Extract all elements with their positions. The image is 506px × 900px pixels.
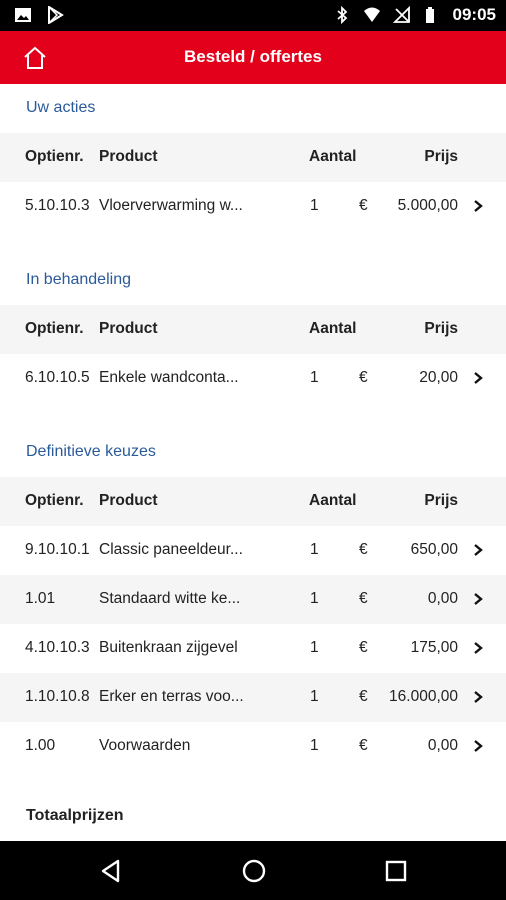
no-signal-icon: [392, 6, 410, 23]
header-product: Product: [99, 320, 158, 337]
chevron-right-icon: [474, 200, 483, 212]
orders-list[interactable]: Uw acties Optienr. Product Aantal Prijs …: [0, 84, 506, 841]
header-prijs: Prijs: [424, 320, 458, 337]
option-number: 1.10.10.8: [25, 688, 90, 705]
product-name: Buitenkraan zijgevel: [99, 639, 238, 656]
header-optienr: Optienr.: [25, 148, 84, 165]
table-row[interactable]: 9.10.10.1 Classic paneeldeur... 1 € 650,…: [0, 526, 506, 575]
price: 5.000,00: [397, 197, 458, 214]
currency-symbol: €: [359, 688, 368, 705]
chevron-right-icon: [474, 740, 483, 752]
header-aantal: Aantal: [309, 492, 357, 509]
header-aantal: Aantal: [309, 320, 357, 337]
section-title-in-behandeling: In behandeling: [26, 271, 131, 288]
product-name: Classic paneeldeur...: [99, 541, 243, 558]
table-row[interactable]: 4.10.10.3 Buitenkraan zijgevel 1 € 175,0…: [0, 624, 506, 673]
price: 0,00: [427, 737, 458, 754]
navigation-bar: [0, 841, 506, 900]
header-aantal: Aantal: [309, 148, 357, 165]
chevron-right-icon: [474, 593, 483, 605]
price: 20,00: [419, 369, 458, 386]
quantity: 1: [310, 688, 319, 705]
table-header: Optienr. Product Aantal Prijs: [0, 305, 506, 354]
currency-symbol: €: [359, 737, 368, 754]
totaalprijzen-heading: Totaalprijzen: [26, 807, 124, 824]
recents-icon[interactable]: [381, 856, 411, 886]
option-number: 6.10.10.5: [25, 369, 90, 386]
image-notification-icon: [15, 8, 31, 22]
quantity: 1: [310, 369, 319, 386]
product-name: Erker en terras voo...: [99, 688, 244, 705]
battery-icon: [425, 7, 434, 23]
wifi-icon: [363, 7, 380, 22]
table-row[interactable]: 1.01 Standaard witte ke... 1 € 0,00: [0, 575, 506, 624]
currency-symbol: €: [359, 590, 368, 607]
table-header: Optienr. Product Aantal Prijs: [0, 477, 506, 526]
bluetooth-icon: [336, 6, 347, 24]
header-optienr: Optienr.: [25, 320, 84, 337]
currency-symbol: €: [359, 369, 368, 386]
chevron-right-icon: [474, 691, 483, 703]
quantity: 1: [310, 541, 319, 558]
product-name: Enkele wandconta...: [99, 369, 239, 386]
header-prijs: Prijs: [424, 492, 458, 509]
price: 175,00: [410, 639, 458, 656]
table-row[interactable]: 6.10.10.5 Enkele wandconta... 1 € 20,00: [0, 354, 506, 403]
currency-symbol: €: [359, 197, 368, 214]
quantity: 1: [310, 197, 319, 214]
clock: 09:05: [452, 5, 496, 24]
option-number: 9.10.10.1: [25, 541, 90, 558]
currency-symbol: €: [359, 639, 368, 656]
price: 650,00: [410, 541, 458, 558]
option-number: 5.10.10.3: [25, 197, 90, 214]
table-row[interactable]: 5.10.10.3 Vloerverwarming w... 1 € 5.000…: [0, 182, 506, 231]
app-bar: Besteld / offertes: [0, 31, 506, 84]
section-title-definitieve-keuzes: Definitieve keuzes: [26, 443, 156, 460]
header-prijs: Prijs: [424, 148, 458, 165]
home-nav-icon[interactable]: [239, 856, 269, 886]
quantity: 1: [310, 639, 319, 656]
option-number: 1.01: [25, 590, 56, 607]
option-number: 4.10.10.3: [25, 639, 90, 656]
price: 0,00: [427, 590, 458, 607]
back-icon[interactable]: [96, 856, 126, 886]
option-number: 1.00: [25, 737, 56, 754]
product-name: Voorwaarden: [99, 737, 191, 754]
quantity: 1: [310, 737, 319, 754]
chevron-right-icon: [474, 372, 483, 384]
play-store-notification-icon: [48, 6, 64, 24]
header-product: Product: [99, 148, 158, 165]
chevron-right-icon: [474, 544, 483, 556]
product-name: Standaard witte ke...: [99, 590, 241, 607]
section-title-uw-acties: Uw acties: [26, 99, 96, 116]
table-row[interactable]: 1.00 Voorwaarden 1 € 0,00: [0, 722, 506, 771]
chevron-right-icon: [474, 642, 483, 654]
product-name: Vloerverwarming w...: [99, 197, 243, 214]
page-title: Besteld / offertes: [184, 47, 322, 66]
header-optienr: Optienr.: [25, 492, 84, 509]
table-row[interactable]: 1.10.10.8 Erker en terras voo... 1 € 16.…: [0, 673, 506, 722]
header-product: Product: [99, 492, 158, 509]
currency-symbol: €: [359, 541, 368, 558]
status-bar: 09:05: [0, 0, 506, 31]
price: 16.000,00: [389, 688, 458, 705]
table-header: Optienr. Product Aantal Prijs: [0, 133, 506, 182]
quantity: 1: [310, 590, 319, 607]
